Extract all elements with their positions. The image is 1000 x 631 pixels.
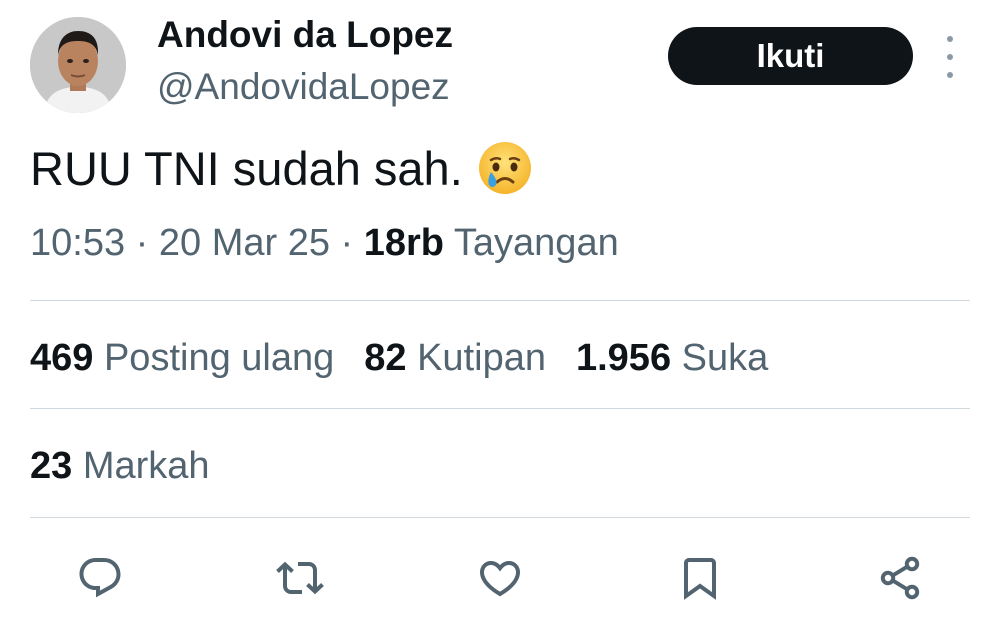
crying-face-icon [477, 140, 533, 196]
more-dot [947, 72, 953, 78]
likes-label: Suka [671, 337, 769, 379]
quotes-count: 82 [364, 337, 407, 379]
bookmarks-label: Markah [72, 445, 210, 487]
more-dot [947, 36, 953, 42]
bookmarks-count: 23 [30, 445, 73, 487]
divider [30, 408, 970, 409]
meta-separator: · [125, 222, 159, 264]
like-button[interactable] [475, 553, 525, 603]
retweet-button[interactable] [275, 553, 325, 603]
divider [30, 517, 970, 518]
bookmark-icon [684, 558, 716, 600]
tweet-date[interactable]: 20 Mar 25 [159, 222, 330, 264]
divider [30, 300, 970, 301]
reposts-count: 469 [30, 337, 94, 379]
views-label: Tayangan [444, 222, 619, 264]
share-button[interactable] [875, 553, 925, 603]
more-options-icon[interactable] [940, 36, 960, 78]
engagement-stats: 469 Posting ulang 82 Kutipan 1.956 Suka [30, 337, 798, 380]
reposts-stat[interactable]: 469 Posting ulang [30, 337, 334, 380]
share-icon [880, 556, 920, 600]
avatar-image [30, 17, 126, 113]
tweet-text-row: RUU TNI sudah sah. [30, 140, 533, 196]
reply-button[interactable] [75, 553, 125, 603]
more-dot [947, 54, 953, 60]
bookmarks-stat[interactable]: 23 Markah [30, 445, 210, 488]
like-icon [479, 561, 521, 597]
display-name[interactable]: Andovi da Lopez [157, 14, 453, 56]
reply-icon [79, 558, 121, 598]
tweet-text: RUU TNI sudah sah. [30, 141, 463, 195]
quotes-label: Kutipan [406, 337, 546, 379]
tweet-meta: 10:53 · 20 Mar 25 · 18rb Tayangan [30, 222, 619, 265]
bookmark-button[interactable] [675, 553, 725, 603]
retweet-icon [276, 561, 324, 595]
user-handle[interactable]: @AndovidaLopez [157, 66, 450, 108]
likes-stat[interactable]: 1.956 Suka [576, 337, 768, 380]
views-count: 18rb [363, 222, 445, 264]
meta-separator: · [329, 222, 364, 264]
tweet-time[interactable]: 10:53 [30, 222, 125, 264]
likes-count: 1.956 [575, 337, 672, 379]
quotes-stat[interactable]: 82 Kutipan [364, 337, 546, 380]
avatar[interactable] [30, 17, 126, 113]
follow-button[interactable]: Ikuti [668, 27, 913, 85]
reposts-label: Posting ulang [93, 337, 335, 379]
